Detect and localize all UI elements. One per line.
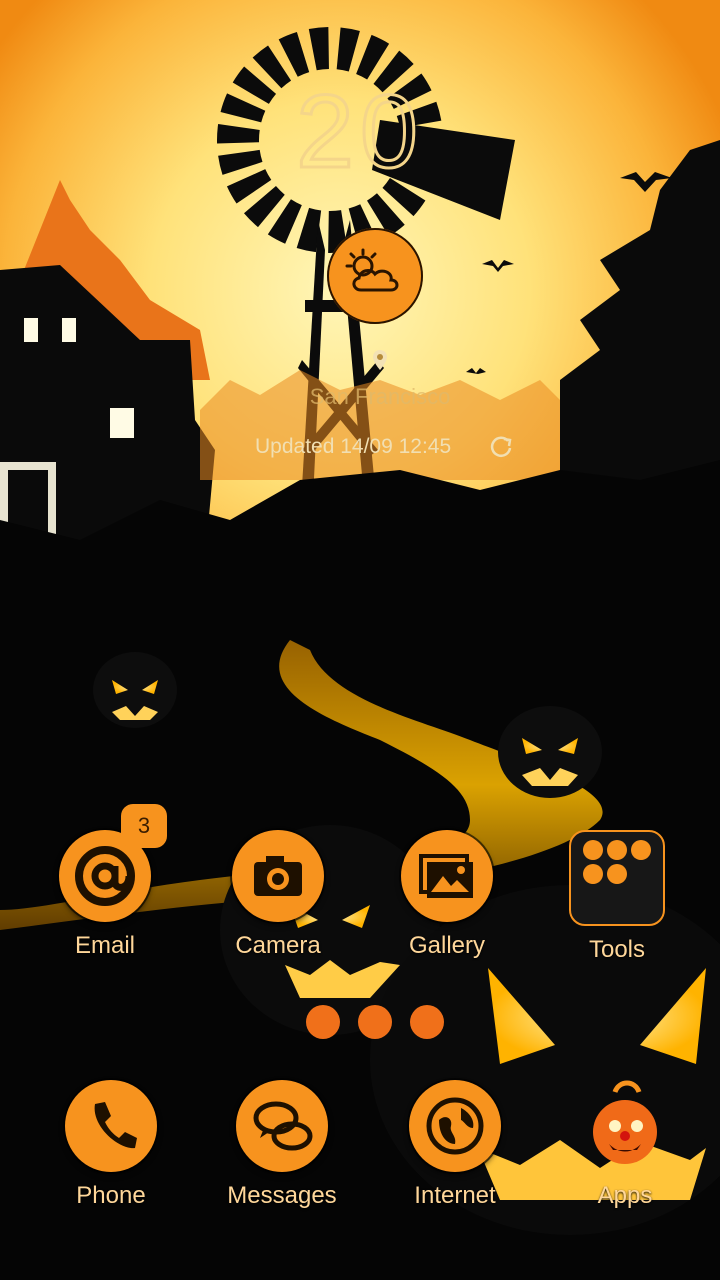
- pumpkin-clown-icon: [593, 1080, 657, 1164]
- app-drawer[interactable]: Apps: [550, 1080, 700, 1210]
- app-phone[interactable]: Phone: [36, 1080, 186, 1210]
- app-messages[interactable]: Messages: [207, 1080, 357, 1210]
- app-internet-label: Internet: [414, 1182, 496, 1209]
- location-pin-icon: [373, 350, 387, 370]
- weather-widget[interactable]: [327, 228, 423, 324]
- chat-bubbles-icon: [253, 1101, 313, 1151]
- app-phone-label: Phone: [76, 1182, 146, 1209]
- app-email[interactable]: Email: [30, 830, 180, 960]
- phone-icon: [94, 1102, 137, 1149]
- app-email-label: Email: [74, 932, 135, 959]
- camera-icon: [254, 856, 302, 896]
- app-gallery[interactable]: Gallery: [372, 830, 522, 960]
- notification-badge: 3: [121, 804, 167, 848]
- folder-tools[interactable]: Tools: [542, 830, 692, 964]
- app-internet[interactable]: Internet: [380, 1080, 530, 1210]
- folder-tools-label: Tools: [588, 936, 646, 963]
- app-drawer-label: Apps: [597, 1182, 653, 1209]
- folder-icon: [583, 840, 651, 884]
- app-gallery-label: Gallery: [408, 932, 486, 959]
- weather-updated-time: Updated 14/09 12:45: [255, 435, 452, 458]
- partly-cloudy-icon: [345, 248, 399, 292]
- app-messages-label: Messages: [227, 1182, 337, 1209]
- weather-city: San Francisco: [309, 384, 451, 409]
- home-screen: 20 San Francisco Updated 14/09 12:45 Ema…: [0, 0, 720, 1280]
- gallery-icon: [419, 854, 473, 898]
- app-camera[interactable]: Camera: [203, 830, 353, 960]
- globe-icon: [426, 1097, 484, 1155]
- refresh-icon[interactable]: [488, 434, 514, 460]
- clock-widget[interactable]: 20: [0, 79, 720, 186]
- app-camera-label: Camera: [235, 932, 321, 959]
